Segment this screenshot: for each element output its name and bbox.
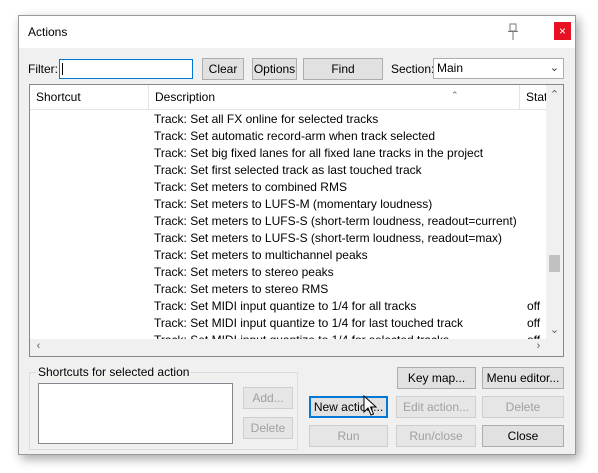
mouse-cursor-icon xyxy=(363,395,377,416)
list-item[interactable]: Track: Set meters to LUFS-S (short-term … xyxy=(30,213,547,230)
vertical-scroll-thumb[interactable] xyxy=(549,255,560,272)
menu-editor-button[interactable]: Menu editor... xyxy=(482,367,564,389)
column-header-state[interactable]: State xyxy=(520,85,554,109)
close-button[interactable]: Close xyxy=(482,425,564,447)
horizontal-scrollbar[interactable]: ‹ › xyxy=(30,339,547,356)
list-item[interactable]: Track: Set meters to stereo peaks xyxy=(30,264,547,281)
row-description: Track: Set all FX online for selected tr… xyxy=(154,112,379,126)
key-map-button[interactable]: Key map... xyxy=(397,367,476,389)
list-item[interactable]: Track: Set meters to stereo RMS xyxy=(30,281,547,298)
filter-label: Filter: xyxy=(28,62,58,76)
row-description: Track: Set meters to stereo RMS xyxy=(154,282,329,296)
scroll-left-icon[interactable]: ‹ xyxy=(30,340,47,352)
shortcuts-group-title: Shortcuts for selected action xyxy=(36,365,192,379)
list-item[interactable]: Track: Set first selected track as last … xyxy=(30,162,547,179)
filter-input[interactable] xyxy=(59,59,193,79)
column-header-description-label: Description xyxy=(155,90,216,104)
add-shortcut-button[interactable]: Add... xyxy=(243,387,293,409)
scroll-up-icon[interactable]: ⌃ xyxy=(546,88,563,101)
list-item[interactable]: Track: Set meters to combined RMS xyxy=(30,179,547,196)
list-item[interactable]: Track: Set all FX online for selected tr… xyxy=(30,111,547,128)
actions-window: Actions × Filter: Clear Options Find sho… xyxy=(18,15,576,455)
window-title: Actions xyxy=(28,25,68,39)
row-description: Track: Set MIDI input quantize to 1/4 fo… xyxy=(154,299,417,313)
sort-ascending-icon: ⌃ xyxy=(451,90,459,100)
list-item[interactable]: Track: Set MIDI input quantize to 1/4 fo… xyxy=(30,298,547,315)
row-description: Track: Set automatic record-arm when tra… xyxy=(154,129,435,143)
section-select-value: Main xyxy=(437,61,464,75)
row-state: off xyxy=(527,299,541,313)
title-bar: Actions × xyxy=(19,16,575,48)
row-description: Track: Set meters to multichannel peaks xyxy=(154,248,368,262)
list-item[interactable]: Track: Set MIDI input quantize to 1/4 fo… xyxy=(30,315,547,332)
delete-shortcut-button[interactable]: Delete xyxy=(243,417,293,439)
row-description: Track: Set meters to LUFS-S (short-term … xyxy=(154,231,503,245)
list-item[interactable]: Track: Set meters to LUFS-S (short-term … xyxy=(30,230,547,247)
run-close-button[interactable]: Run/close xyxy=(396,425,476,447)
run-button[interactable]: Run xyxy=(309,425,388,447)
shortcuts-list[interactable] xyxy=(38,383,233,444)
scroll-down-icon[interactable]: ⌄ xyxy=(546,323,563,336)
options-button[interactable]: Options xyxy=(252,58,297,80)
section-label: Section: xyxy=(391,62,435,76)
row-description: Track: Set big fixed lanes for all fixed… xyxy=(154,146,484,160)
scroll-right-icon[interactable]: › xyxy=(530,340,547,352)
row-description: Track: Set MIDI input quantize to 1/4 fo… xyxy=(154,316,464,330)
list-item[interactable]: Track: Set meters to multichannel peaks xyxy=(30,247,547,264)
section-select[interactable]: Main ⌄ xyxy=(433,58,564,79)
list-item[interactable]: Track: Set meters to LUFS-M (momentary l… xyxy=(30,196,547,213)
column-header-shortcut[interactable]: Shortcut xyxy=(30,85,149,109)
close-window-button[interactable]: × xyxy=(554,22,571,40)
text-caret xyxy=(62,63,63,75)
scrollbar-corner xyxy=(546,339,563,356)
row-description: Track: Set first selected track as last … xyxy=(154,163,422,177)
clear-button[interactable]: Clear xyxy=(202,58,244,80)
header-divider xyxy=(30,109,547,110)
row-description: Track: Set meters to combined RMS xyxy=(154,180,347,194)
delete-action-button[interactable]: Delete xyxy=(482,396,564,418)
pin-icon[interactable] xyxy=(505,23,521,41)
row-state: off xyxy=(527,316,541,330)
row-description: Track: Set meters to LUFS-M (momentary l… xyxy=(154,197,433,211)
vertical-scrollbar[interactable]: ⌃ ⌄ xyxy=(546,85,563,341)
actions-list[interactable]: Shortcut Description ⌃ State Track: Set … xyxy=(29,84,564,357)
list-rows: Track: Set all FX online for selected tr… xyxy=(30,111,547,341)
edit-action-button[interactable]: Edit action... xyxy=(396,396,476,418)
row-description: Track: Set meters to stereo peaks xyxy=(154,265,334,279)
row-description: Track: Set meters to LUFS-S (short-term … xyxy=(154,214,517,228)
chevron-down-icon: ⌄ xyxy=(549,62,559,74)
column-header-description[interactable]: Description ⌃ xyxy=(149,85,520,109)
list-item[interactable]: Track: Set big fixed lanes for all fixed… xyxy=(30,145,547,162)
find-shortcut-button[interactable]: Find shortcut... xyxy=(303,58,383,96)
list-item[interactable]: Track: Set automatic record-arm when tra… xyxy=(30,128,547,145)
shortcuts-group: Shortcuts for selected action Add... Del… xyxy=(29,365,298,450)
